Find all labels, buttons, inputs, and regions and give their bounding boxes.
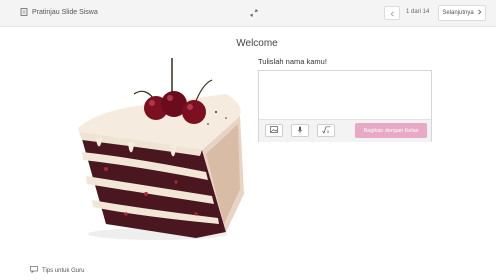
math-button[interactable]: x (317, 124, 335, 137)
next-button[interactable]: Selanjutnya (438, 5, 486, 21)
image-button[interactable] (265, 124, 283, 137)
share-with-class-button[interactable]: Bagikan dengan Kelas (355, 123, 427, 138)
page-counter: 1 dari 14 (406, 9, 430, 15)
answer-input[interactable] (259, 71, 431, 119)
top-bar: Pratinjau Slide Siswa 1 dari 14 Selanjut… (0, 0, 496, 27)
chat-icon (30, 266, 38, 275)
slide-title: Welcome (236, 38, 278, 49)
chevron-left-icon (390, 4, 395, 22)
expand-button[interactable] (248, 7, 260, 19)
cake-illustration (78, 58, 244, 240)
image-icon (270, 126, 278, 135)
microphone-button[interactable] (291, 124, 309, 137)
preview-title-text: Pratinjau Slide Siswa (32, 8, 98, 16)
expand-icon (250, 4, 258, 22)
answer-toolbar: x Bagikan dengan Kelas (259, 119, 431, 142)
math-icon: x (321, 125, 331, 136)
microphone-icon (297, 126, 303, 136)
slides-icon (20, 8, 28, 16)
previous-button[interactable] (384, 6, 400, 20)
chevron-right-icon (477, 9, 482, 17)
svg-text:x: x (327, 129, 330, 134)
answer-box: x Bagikan dengan Kelas (258, 70, 432, 142)
preview-title: Pratinjau Slide Siswa (20, 8, 98, 16)
next-button-label: Selanjutnya (442, 10, 474, 16)
tips-for-teacher-link[interactable]: Tips untuk Guru (30, 266, 84, 275)
prompt-text: Tulislah nama kamu! (258, 57, 327, 66)
tips-label: Tips untuk Guru (42, 267, 85, 274)
